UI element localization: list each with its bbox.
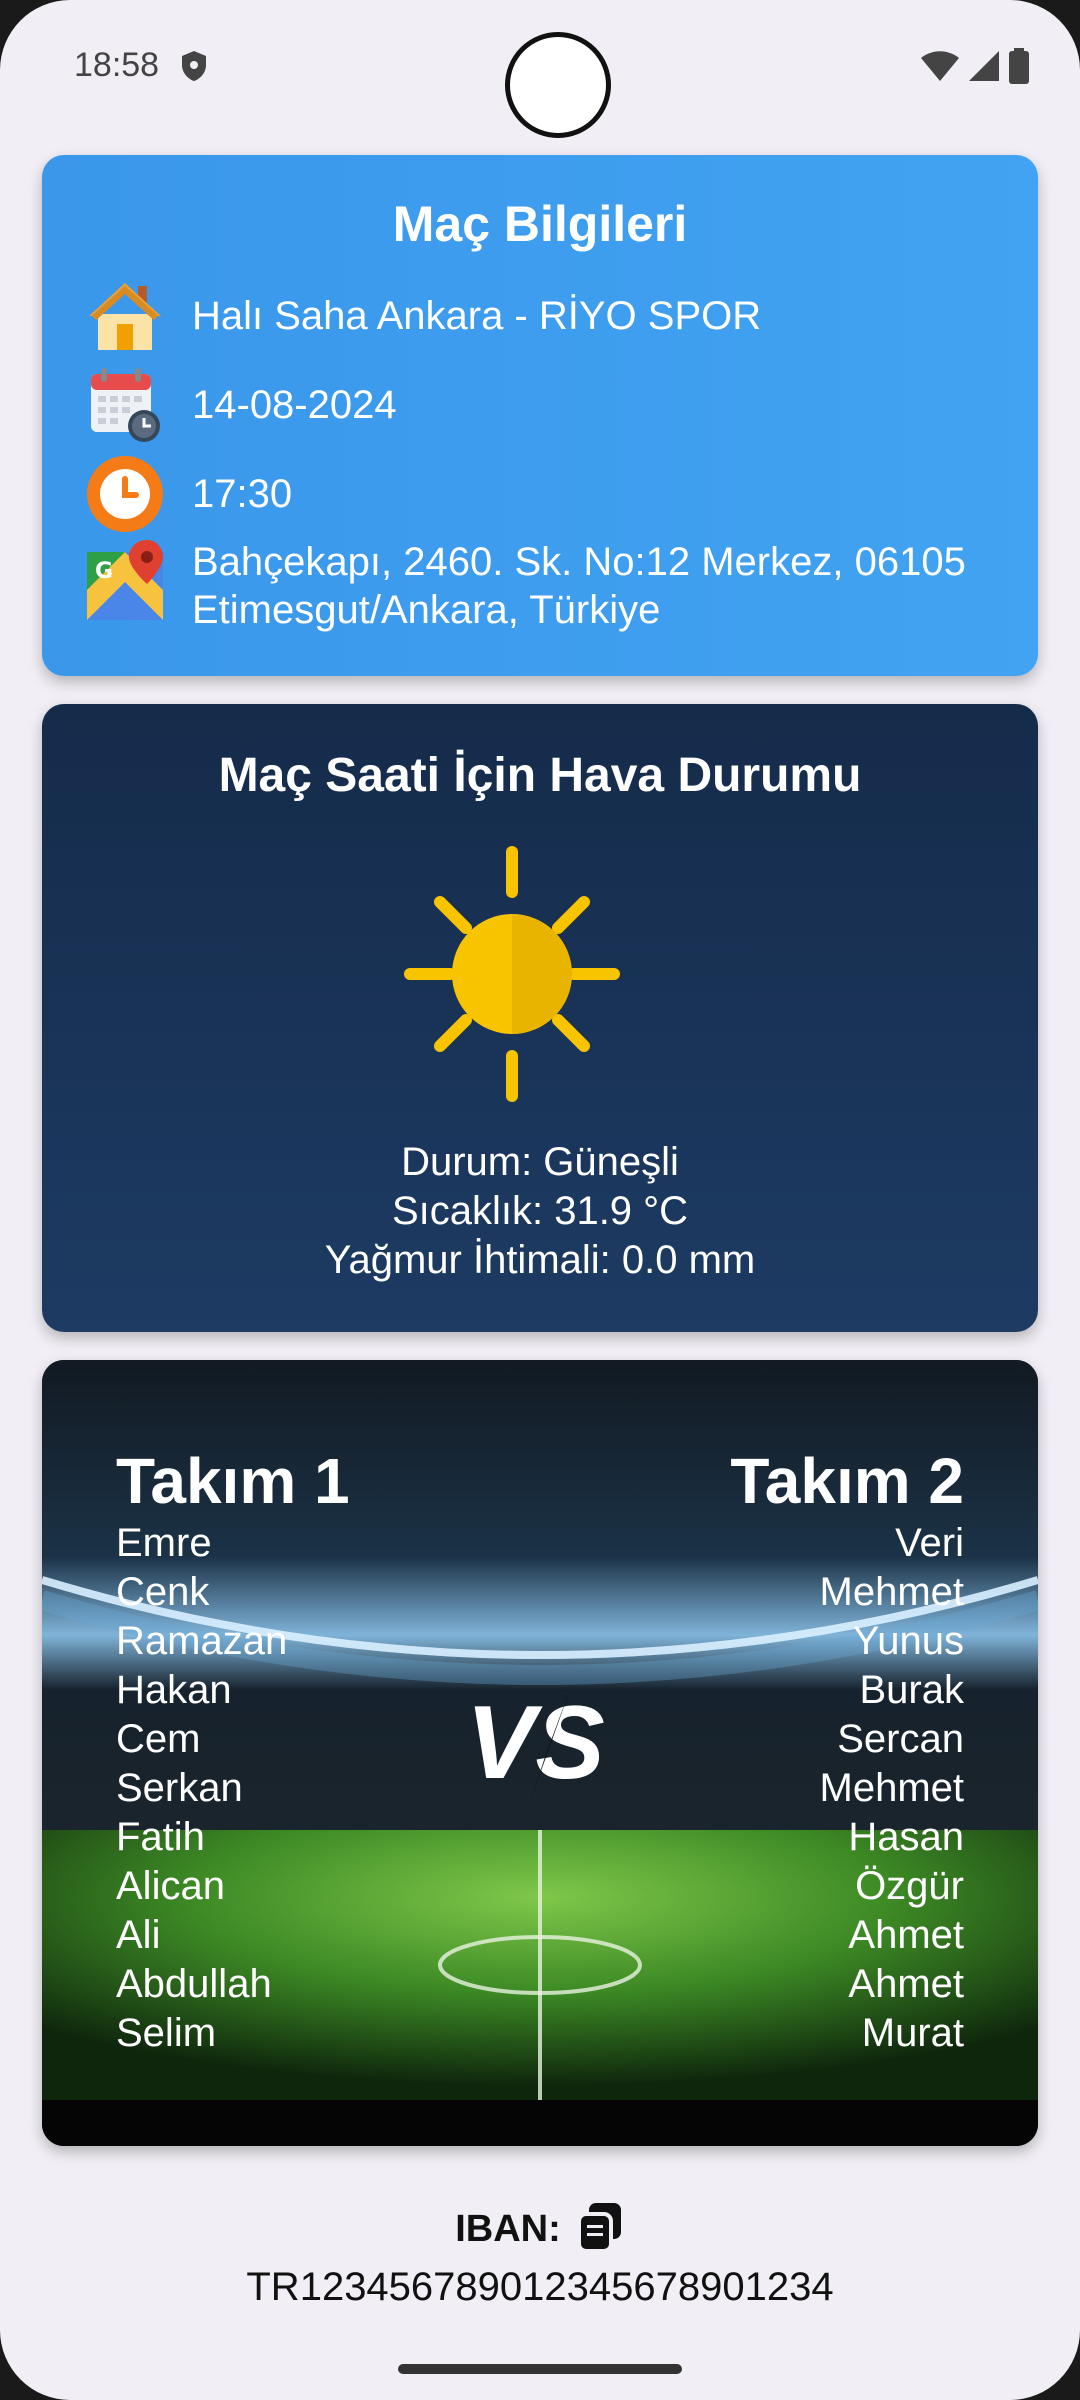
team2-player: Sercan: [837, 1717, 964, 1761]
team2-player: Hasan: [848, 1815, 964, 1859]
team1-column: Takım 1 Emre Cenk Ramazan Hakan Cem Serk…: [116, 1445, 350, 2058]
front-camera: [505, 32, 611, 138]
time-text: 17:30: [192, 472, 293, 516]
iban-label: IBAN:: [455, 2208, 561, 2250]
date-text: 14-08-2024: [192, 383, 397, 427]
team1-player: Selim: [116, 2011, 217, 2055]
weather-condition: Durum: Güneşli: [401, 1140, 679, 1184]
shield-icon: [180, 50, 208, 87]
gesture-home-bar[interactable]: [398, 2364, 682, 2374]
iban-value[interactable]: TR123456789012345678901234: [0, 2265, 1080, 2310]
vs-text: VS: [466, 1685, 605, 1801]
status-bar: 18:58: [0, 0, 1080, 138]
time-row: 17:30: [84, 453, 292, 535]
venue-text: Halı Saha Ankara - RİYO SPOR: [192, 294, 762, 338]
team1-player: Hakan: [116, 1668, 232, 1712]
team1-player: Cenk: [116, 1570, 210, 1614]
team1-player: Serkan: [116, 1766, 243, 1810]
team2-player: Ahmet: [848, 1913, 964, 1957]
weather-temperature: Sıcaklık: 31.9 °C: [391, 1189, 689, 1233]
team1-player: Fatih: [116, 1815, 205, 1859]
copy-icon[interactable]: [575, 2200, 625, 2259]
team1-player: Abdullah: [116, 1962, 272, 2006]
team1-player: Alican: [116, 1864, 225, 1908]
wifi-icon: [920, 50, 960, 87]
team2-player: Özgür: [855, 1864, 964, 1908]
address-row: G Bahçekapı, 2460. Sk. No:12 Merkez, 061…: [84, 538, 992, 634]
clock-icon: [84, 453, 166, 535]
vs-badge: VS: [466, 1684, 605, 1802]
team2-player: Burak: [859, 1668, 965, 1712]
weather-title: Maç Saati İçin Hava Durumu: [218, 749, 862, 802]
match-info-card: Maç Bilgileri Halı Saha Ankara - RİYO SP…: [42, 155, 1038, 676]
team1-name: Takım 1: [116, 1445, 350, 1517]
svg-text:G: G: [95, 559, 113, 584]
team2-column: Takım 2 Veri Mehmet Yunus Burak Sercan M…: [730, 1445, 964, 2058]
home-icon: [84, 275, 166, 357]
team2-player: Yunus: [852, 1619, 964, 1663]
match-info-title: Maç Bilgileri: [392, 196, 688, 252]
signal-icon: [968, 50, 1000, 87]
date-row: 14-08-2024: [84, 364, 397, 446]
team2-player: Ahmet: [848, 1962, 964, 2006]
weather-rain: Yağmur İhtimali: 0.0 mm: [324, 1238, 756, 1282]
weather-card: Maç Saati İçin Hava Durumu Durum: Güneşl…: [42, 704, 1038, 1332]
phone-screen: 18:58 Maç Bilgileri Halı Saha Ankara - R…: [0, 0, 1080, 2400]
team2-name: Takım 2: [730, 1445, 964, 1517]
calendar-icon: [84, 364, 166, 446]
team1-player: Ramazan: [116, 1619, 288, 1663]
maps-pin-icon: G: [84, 538, 166, 620]
weather-details: Durum: Güneşli Sıcaklık: 31.9 °C Yağmur …: [42, 1138, 1038, 1285]
system-icons: [920, 48, 1030, 89]
team2-player: Mehmet: [819, 1766, 965, 1810]
team2-player: Murat: [861, 2011, 964, 2055]
address-text: Bahçekapı, 2460. Sk. No:12 Merkez, 06105…: [192, 540, 966, 632]
status-time: 18:58: [74, 46, 160, 84]
iban-row: IBAN:: [0, 2200, 1080, 2259]
teams-card: Takım 1 Emre Cenk Ramazan Hakan Cem Serk…: [42, 1360, 1038, 2146]
team2-player: Veri: [895, 1521, 964, 1565]
venue-row: Halı Saha Ankara - RİYO SPOR: [84, 275, 761, 357]
team1-player: Emre: [116, 1521, 212, 1565]
battery-icon: [1008, 48, 1030, 89]
team1-player: Cem: [116, 1717, 201, 1761]
team2-player: Mehmet: [819, 1570, 965, 1614]
sun-icon: [402, 844, 622, 1109]
team1-player: Ali: [116, 1913, 161, 1957]
